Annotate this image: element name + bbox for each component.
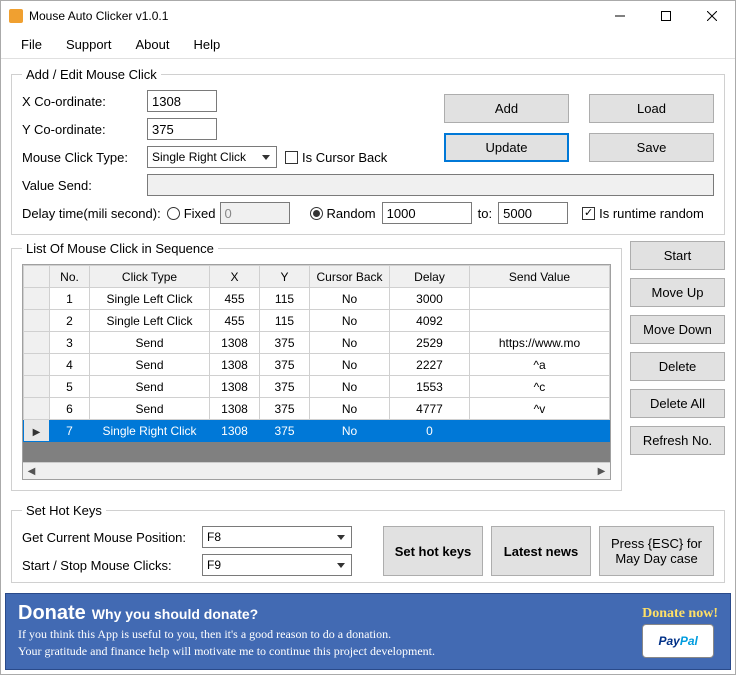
load-button[interactable]: Load <box>589 94 714 123</box>
random-label: Random <box>327 206 376 221</box>
save-button[interactable]: Save <box>589 133 714 162</box>
table-row[interactable]: 2Single Left Click455115No4092 <box>24 310 610 332</box>
latestnews-button[interactable]: Latest news <box>491 526 591 576</box>
paypal-button[interactable]: PayPal <box>642 624 714 658</box>
movedown-button[interactable]: Move Down <box>630 315 725 344</box>
menu-about[interactable]: About <box>124 33 182 56</box>
valuesend-input[interactable] <box>147 174 714 196</box>
titlebar: Mouse Auto Clicker v1.0.1 <box>1 1 735 31</box>
start-button[interactable]: Start <box>630 241 725 270</box>
add-edit-legend: Add / Edit Mouse Click <box>22 67 161 82</box>
menubar: File Support About Help <box>1 31 735 59</box>
sethotkeys-button[interactable]: Set hot keys <box>383 526 483 576</box>
getpos-select[interactable]: F8 <box>202 526 352 548</box>
getpos-label: Get Current Mouse Position: <box>22 530 202 545</box>
donate-banner: Donate Why you should donate? If you thi… <box>5 593 731 670</box>
app-icon <box>9 9 23 23</box>
list-group: List Of Mouse Click in Sequence No. Clic… <box>11 241 622 491</box>
table-row[interactable]: 3Send1308375No2529https://www.mo <box>24 332 610 354</box>
runtime-random-checkbox[interactable] <box>582 207 595 220</box>
deleteall-button[interactable]: Delete All <box>630 389 725 418</box>
close-button[interactable] <box>689 1 735 31</box>
update-button[interactable]: Update <box>444 133 569 162</box>
scroll-left-icon[interactable]: ◀ <box>23 463 40 480</box>
esc-note: Press {ESC} for May Day case <box>599 526 714 576</box>
table-header-row: No. Click Type X Y Cursor Back Delay Sen… <box>24 266 610 288</box>
fixed-input[interactable] <box>220 202 290 224</box>
click-table[interactable]: No. Click Type X Y Cursor Back Delay Sen… <box>22 264 611 480</box>
fixed-radio[interactable] <box>167 207 180 220</box>
table-row[interactable]: 1Single Left Click455115No3000 <box>24 288 610 310</box>
menu-support[interactable]: Support <box>54 33 124 56</box>
runtime-random-label: Is runtime random <box>599 206 704 221</box>
table-row[interactable]: 5Send1308375No1553^c <box>24 376 610 398</box>
fixed-label: Fixed <box>184 206 216 221</box>
table-row[interactable]: 4Send1308375No2227^a <box>24 354 610 376</box>
delay-label: Delay time(mili second): <box>22 206 161 221</box>
random-from-input[interactable] <box>382 202 472 224</box>
random-to-input[interactable] <box>498 202 568 224</box>
maximize-button[interactable] <box>643 1 689 31</box>
startstop-select[interactable]: F9 <box>202 554 352 576</box>
donate-line2: Your gratitude and finance help will mot… <box>18 644 642 659</box>
scroll-right-icon[interactable]: ▶ <box>593 463 610 480</box>
clicktype-select[interactable]: Single Right Click <box>147 146 277 168</box>
minimize-button[interactable] <box>597 1 643 31</box>
add-edit-group: Add / Edit Mouse Click X Co-ordinate: Y … <box>11 67 725 235</box>
menu-help[interactable]: Help <box>181 33 232 56</box>
clicktype-label: Mouse Click Type: <box>22 150 147 165</box>
moveup-button[interactable]: Move Up <box>630 278 725 307</box>
valuesend-label: Value Send: <box>22 178 147 193</box>
menu-file[interactable]: File <box>9 33 54 56</box>
table-row[interactable]: ▶7Single Right Click1308375No0 <box>24 420 610 442</box>
donate-now-label: Donate now! <box>642 606 718 622</box>
add-button[interactable]: Add <box>444 94 569 123</box>
hotkeys-legend: Set Hot Keys <box>22 503 106 518</box>
refresh-button[interactable]: Refresh No. <box>630 426 725 455</box>
y-input[interactable] <box>147 118 217 140</box>
hotkeys-group: Set Hot Keys Get Current Mouse Position:… <box>11 503 725 583</box>
cursor-back-checkbox[interactable] <box>285 151 298 164</box>
x-input[interactable] <box>147 90 217 112</box>
list-legend: List Of Mouse Click in Sequence <box>22 241 218 256</box>
y-label: Y Co-ordinate: <box>22 122 147 137</box>
table-row[interactable]: 6Send1308375No4777^v <box>24 398 610 420</box>
startstop-label: Start / Stop Mouse Clicks: <box>22 558 202 573</box>
donate-title: Donate Why you should donate? <box>18 602 642 625</box>
window-title: Mouse Auto Clicker v1.0.1 <box>29 9 597 23</box>
cursor-back-label: Is Cursor Back <box>302 150 387 165</box>
random-radio[interactable] <box>310 207 323 220</box>
delete-button[interactable]: Delete <box>630 352 725 381</box>
grid-empty-area <box>23 442 610 462</box>
to-label: to: <box>472 206 498 221</box>
donate-line1: If you think this App is useful to you, … <box>18 627 642 642</box>
x-label: X Co-ordinate: <box>22 94 147 109</box>
horizontal-scrollbar[interactable]: ◀ ▶ <box>23 462 610 479</box>
